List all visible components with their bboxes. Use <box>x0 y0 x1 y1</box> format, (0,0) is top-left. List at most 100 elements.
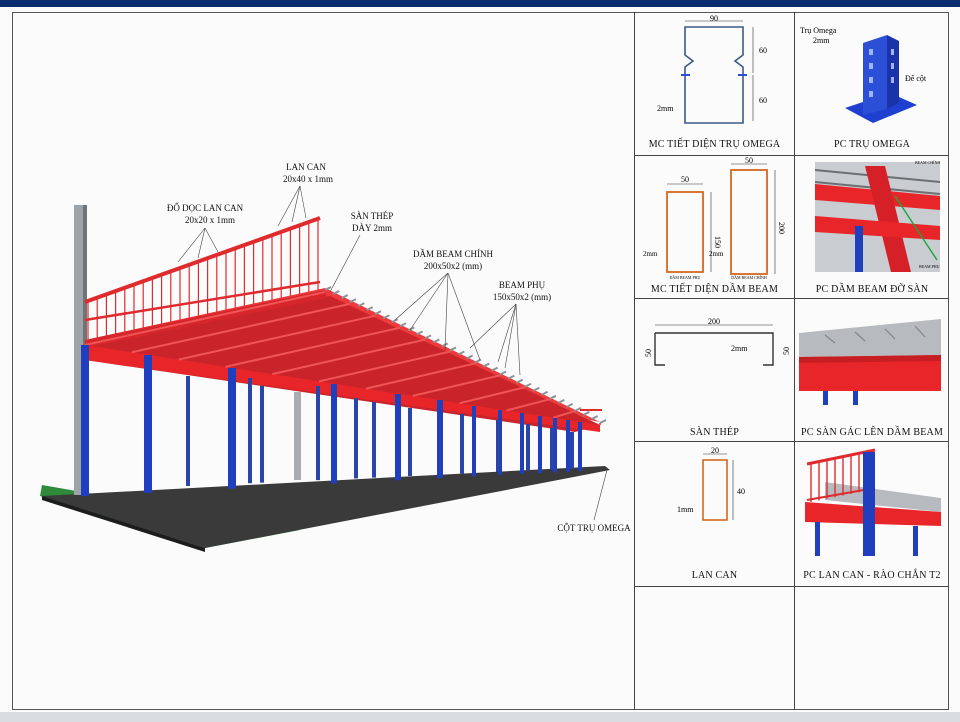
dim-deck-width: 200 <box>708 317 720 326</box>
dim-rail-thick: 1mm <box>677 505 694 514</box>
omega-column <box>526 424 530 471</box>
beam-support-drawing: BEAM CHÍNH BEAM PHỤ <box>814 160 940 272</box>
caption-omega-3d: PC TRỤ OMEGA <box>833 139 911 150</box>
deck-stripe <box>482 362 490 368</box>
omega-column <box>316 386 320 481</box>
caption-railing-3d: PC LAN CAN - RÀO CHẮN T2 <box>803 570 941 581</box>
deck-stripe <box>357 302 365 308</box>
omega-column <box>81 345 89 496</box>
omega-column <box>520 413 524 474</box>
railing-section-drawing: 20 40 1mm <box>677 446 745 521</box>
deck-stripe <box>449 346 457 352</box>
detail-beam-section: 50 50 150 200 2mm 2mm DẦM BEAM PHỤ DẦM B… <box>635 156 794 298</box>
omega-column <box>437 400 443 479</box>
omega-column <box>372 402 376 478</box>
label-beam-phu-size: 150x50x2 (mm) <box>493 292 551 302</box>
mezzanine-3d-render: ĐỐ DỌC LAN CAN 20x20 x 1mm LAN CAN 20x40… <box>40 162 631 552</box>
deck-stripe <box>599 419 607 424</box>
grid-row-line <box>634 586 949 587</box>
caption-railing-section: LAN CAN <box>691 570 738 581</box>
detail-omega-3d: Trụ Omega 2mm Đế cột PC TRỤ OMEGA <box>795 13 949 155</box>
dim-width: 90 <box>710 14 718 23</box>
detail-deck-on-beam: PC SÀN GÁC LÊN DẦM BEAM <box>795 299 949 441</box>
dim-t1: 2mm <box>643 250 658 258</box>
caption-beam-support: PC DẦM BEAM ĐỠ SÀN <box>815 284 929 295</box>
caption-deck-on-beam: PC SÀN GÁC LÊN DẦM BEAM <box>800 427 944 438</box>
footer-strip <box>0 712 960 722</box>
deck-stripe <box>341 294 349 299</box>
deck-stripe <box>591 415 599 420</box>
omega-column <box>260 386 264 483</box>
detail-railing-3d: PC LAN CAN - RÀO CHẮN T2 <box>795 442 949 586</box>
deck-stripe <box>424 334 432 340</box>
label-lan-can-size: 20x40 x 1mm <box>283 174 333 184</box>
omega-column <box>331 384 337 484</box>
dim-w2: 50 <box>745 156 753 165</box>
dim-side-a: 60 <box>759 46 767 55</box>
dim-thickness: 2mm <box>657 104 674 113</box>
label-beam-chinh: BEAM CHÍNH <box>915 160 940 165</box>
grey-post <box>294 392 301 480</box>
deck-section-drawing: 200 50 50 2mm <box>644 317 791 366</box>
drawing-sheet: ĐỐ DỌC LAN CAN 20x20 x 1mm LAN CAN 20x40… <box>0 0 960 722</box>
deck-stripe <box>441 342 449 348</box>
omega-column <box>354 398 358 479</box>
label-cot-tru: CỘT TRỤ OMEGA <box>557 523 631 533</box>
name-beam-phu: DẦM BEAM PHỤ <box>670 275 701 280</box>
detail-railing-section: 20 40 1mm LAN CAN <box>635 442 794 586</box>
omega-column <box>496 420 500 473</box>
omega-column <box>248 378 252 484</box>
label-san-thep-title: SÀN THÉP <box>351 211 394 221</box>
deck-stripe <box>382 314 390 320</box>
deck-stripe <box>474 358 482 364</box>
deck-stripe <box>432 338 440 344</box>
deck-stripe <box>366 306 374 312</box>
deck-stripe <box>507 374 515 380</box>
omega-column <box>408 408 412 477</box>
omega-column <box>144 355 152 493</box>
label-san-thep-size: DÀY 2mm <box>352 223 392 233</box>
dim-w1: 50 <box>681 175 689 184</box>
label-omega: Trụ Omega <box>800 26 837 35</box>
deck-stripe <box>349 298 357 303</box>
dim-deck-thick: 2mm <box>731 344 748 353</box>
detail-deck-section: 200 50 50 2mm SÀN THÉP <box>635 299 794 441</box>
deck-on-beam-drawing <box>799 319 941 405</box>
deck-stripe <box>324 286 332 291</box>
omega-section-drawing: 90 60 60 2mm <box>657 14 767 124</box>
deck-stripe <box>566 402 574 408</box>
caption-omega-section: MC TIẾT DIỆN TRỤ OMEGA <box>648 139 781 150</box>
deck-stripe <box>549 394 557 400</box>
deck-stripe <box>491 366 499 372</box>
omega-column <box>395 394 401 481</box>
dim-rail-height: 40 <box>737 487 745 496</box>
label-do-doc-title: ĐỐ DỌC LAN CAN <box>167 203 244 213</box>
dim-t2: 2mm <box>709 250 724 258</box>
deck-stripe <box>541 390 549 396</box>
railing-top-rail <box>84 216 321 304</box>
label-dam-chinh-size: 200x50x2 (mm) <box>424 261 482 271</box>
caption-deck-section: SÀN THÉP <box>690 427 739 438</box>
omega-column <box>460 414 464 474</box>
label-base: Đế cột <box>905 74 927 83</box>
deck-stripe <box>557 398 565 404</box>
label-lan-can-title: LAN CAN <box>286 162 326 172</box>
omega-column <box>538 416 542 474</box>
deck-stripe <box>499 370 507 376</box>
label-beam-phu: BEAM PHỤ <box>919 264 940 269</box>
omega-column <box>550 428 554 470</box>
railing-3d-drawing <box>805 448 941 556</box>
omega-column <box>186 376 190 486</box>
beam-section-drawing: 50 50 150 200 2mm 2mm DẦM BEAM PHỤ DẦM B… <box>643 156 786 280</box>
deck-stripe <box>516 378 524 384</box>
dim-deck-left: 50 <box>644 349 653 357</box>
deck-stripe <box>332 290 340 295</box>
detail-omega-section: 90 60 60 2mm MC TIẾT DIỆN TRỤ OMEGA <box>635 13 794 155</box>
name-beam-chinh: DẦM BEAM CHÍNH <box>731 275 767 280</box>
caption-beam-section: MC TIẾT DIỆN DẦM BEAM <box>650 284 779 295</box>
deck-stripe <box>532 386 540 392</box>
omega-column <box>570 432 574 469</box>
header-bar <box>0 0 960 7</box>
dim-side-b: 60 <box>759 96 767 105</box>
omega-column <box>566 420 570 472</box>
